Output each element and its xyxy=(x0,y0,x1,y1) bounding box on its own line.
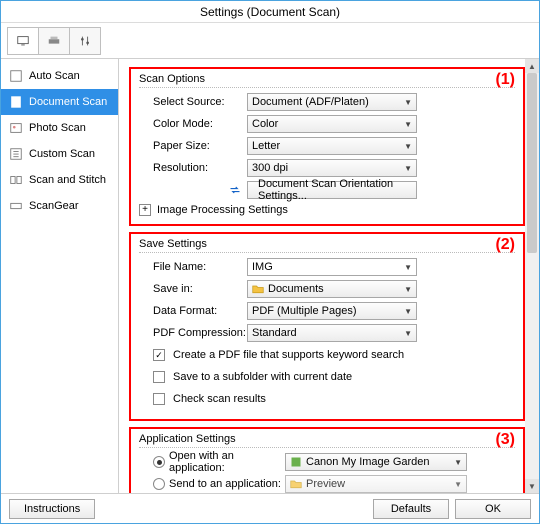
folder-icon xyxy=(290,478,302,490)
chevron-down-icon: ▼ xyxy=(454,458,462,467)
label-select-source: Select Source: xyxy=(139,96,247,108)
document-icon xyxy=(9,95,23,109)
select-source[interactable]: Document (ADF/Platen)▼ xyxy=(247,93,417,111)
label-color-mode: Color Mode: xyxy=(139,118,247,130)
expander-image-processing[interactable]: +Image Processing Settings xyxy=(139,204,515,216)
sidebar-item-document-scan[interactable]: Document Scan xyxy=(1,89,118,115)
label-resolution: Resolution: xyxy=(139,162,247,174)
scroll-thumb[interactable] xyxy=(527,73,537,253)
label-filename: File Name: xyxy=(139,261,247,273)
ok-button[interactable]: OK xyxy=(455,499,531,519)
titlebar: Settings (Document Scan) xyxy=(1,1,539,23)
label-save-in: Save in: xyxy=(139,283,247,295)
tab-scan-from-computer[interactable] xyxy=(7,27,39,55)
checkbox-check-results[interactable] xyxy=(153,393,165,405)
sliders-icon xyxy=(78,34,92,48)
chevron-down-icon: ▼ xyxy=(404,120,412,129)
scanner-icon xyxy=(47,34,61,48)
group-scan-options: (1) Scan Options Select Source:Document … xyxy=(129,67,525,226)
scroll-down-icon[interactable]: ▼ xyxy=(525,479,539,493)
select-save-in[interactable]: Documents▼ xyxy=(247,280,417,298)
footer: Instructions Defaults OK xyxy=(1,493,539,523)
defaults-button[interactable]: Defaults xyxy=(373,499,449,519)
group-title: Scan Options xyxy=(139,73,515,88)
group-title: Application Settings xyxy=(139,433,515,448)
select-send-app[interactable]: Preview▼ xyxy=(285,475,467,493)
sidebar-label: Auto Scan xyxy=(29,70,80,82)
tab-scan-from-panel[interactable] xyxy=(38,27,70,55)
chevron-down-icon: ▼ xyxy=(404,285,412,294)
select-open-app[interactable]: Canon My Image Garden▼ xyxy=(285,453,467,471)
toolbar xyxy=(1,23,539,59)
scroll-up-icon[interactable]: ▲ xyxy=(525,59,539,73)
label-pdf-compression: PDF Compression: xyxy=(139,327,247,339)
chevron-down-icon: ▼ xyxy=(454,480,462,489)
main-content: (1) Scan Options Select Source:Document … xyxy=(119,59,539,493)
plus-icon: + xyxy=(139,204,151,216)
sidebar-item-scan-stitch[interactable]: Scan and Stitch xyxy=(1,167,118,193)
chevron-down-icon: ▼ xyxy=(404,307,412,316)
group-number: (2) xyxy=(495,236,515,254)
tab-general[interactable] xyxy=(69,27,101,55)
folder-icon xyxy=(252,283,264,295)
scangear-icon xyxy=(9,199,23,213)
instructions-button[interactable]: Instructions xyxy=(9,499,95,519)
select-data-format[interactable]: PDF (Multiple Pages)▼ xyxy=(247,302,417,320)
select-color-mode[interactable]: Color▼ xyxy=(247,115,417,133)
radio-open-app[interactable] xyxy=(153,456,165,468)
chevron-down-icon: ▼ xyxy=(404,98,412,107)
auto-icon xyxy=(9,69,23,83)
group-number: (3) xyxy=(495,431,515,449)
sidebar-item-auto-scan[interactable]: Auto Scan xyxy=(1,63,118,89)
sidebar: Auto Scan Document Scan Photo Scan Custo… xyxy=(1,59,119,493)
radio-label: Open with an application: xyxy=(169,450,285,474)
swap-icon[interactable] xyxy=(229,184,241,196)
radio-label: Send to an application: xyxy=(169,478,285,490)
select-pdf-compression[interactable]: Standard▼ xyxy=(247,324,417,342)
sidebar-label: Document Scan xyxy=(29,96,107,108)
label-paper-size: Paper Size: xyxy=(139,140,247,152)
input-filename[interactable]: IMG▼ xyxy=(247,258,417,276)
stitch-icon xyxy=(9,173,23,187)
sidebar-label: ScanGear xyxy=(29,200,79,212)
sidebar-label: Photo Scan xyxy=(29,122,86,134)
sidebar-label: Scan and Stitch xyxy=(29,174,106,186)
checkbox-label: Check scan results xyxy=(169,393,266,405)
app-icon xyxy=(290,456,302,468)
group-application-settings: (3) Application Settings Open with an ap… xyxy=(129,427,525,493)
chevron-down-icon: ▼ xyxy=(404,329,412,338)
group-number: (1) xyxy=(495,71,515,89)
sidebar-item-custom-scan[interactable]: Custom Scan xyxy=(1,141,118,167)
scrollbar[interactable]: ▲ ▼ xyxy=(525,59,539,493)
settings-window: Settings (Document Scan) Auto Scan Docum… xyxy=(0,0,540,524)
orientation-settings-button[interactable]: Document Scan Orientation Settings... xyxy=(247,181,417,199)
custom-icon xyxy=(9,147,23,161)
radio-send-app[interactable] xyxy=(153,478,165,490)
chevron-down-icon: ▼ xyxy=(404,142,412,151)
sidebar-item-scangear[interactable]: ScanGear xyxy=(1,193,118,219)
checkbox-keyword-pdf[interactable]: ✓ xyxy=(153,349,165,361)
photo-icon xyxy=(9,121,23,135)
checkbox-subfolder[interactable] xyxy=(153,371,165,383)
select-paper-size[interactable]: Letter▼ xyxy=(247,137,417,155)
select-resolution[interactable]: 300 dpi▼ xyxy=(247,159,417,177)
group-title: Save Settings xyxy=(139,238,515,253)
checkbox-label: Create a PDF file that supports keyword … xyxy=(169,349,404,361)
group-save-settings: (2) Save Settings File Name:IMG▼ Save in… xyxy=(129,232,525,421)
chevron-down-icon: ▼ xyxy=(404,164,412,173)
chevron-down-icon: ▼ xyxy=(404,263,412,272)
monitor-icon xyxy=(16,34,30,48)
sidebar-label: Custom Scan xyxy=(29,148,95,160)
label-data-format: Data Format: xyxy=(139,305,247,317)
sidebar-item-photo-scan[interactable]: Photo Scan xyxy=(1,115,118,141)
checkbox-label: Save to a subfolder with current date xyxy=(169,371,352,383)
